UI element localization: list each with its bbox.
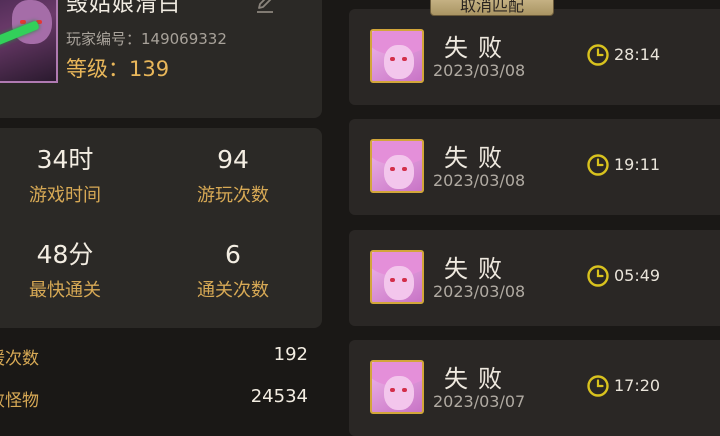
portrait-eye <box>402 388 407 392</box>
match-duration: 19:11 <box>614 155 661 174</box>
match-date: 2023/03/08 <box>433 171 526 190</box>
portrait-face <box>384 155 414 189</box>
portrait-face <box>384 266 414 300</box>
player-level: 等级：139 <box>66 57 170 81</box>
match-date: 2023/03/07 <box>433 392 526 411</box>
match-duration: 05:49 <box>614 266 661 285</box>
stat-clear-count: 6 通关次数 <box>158 240 308 304</box>
stat-label: 游戏时间 <box>29 185 101 206</box>
match-result: 失败 <box>444 34 512 62</box>
stat-fastest-clear: 48分 最快通关 <box>0 240 140 304</box>
stat-value: 94 <box>217 145 249 174</box>
portrait-eye <box>390 167 395 171</box>
match-record[interactable]: 失败 2023/03/08 05:49 <box>349 230 720 326</box>
edit-icon[interactable] <box>253 0 277 16</box>
player-name: 毁姑娘清白 <box>66 0 182 17</box>
clock-icon <box>587 265 609 287</box>
character-portrait <box>370 360 424 414</box>
player-avatar[interactable] <box>0 0 58 83</box>
match-record[interactable]: 失败 2023/03/08 28:14 <box>349 9 720 105</box>
portrait-eye <box>402 167 407 171</box>
stat-label: 最快通关 <box>29 280 101 301</box>
stat-value: 34时 <box>36 145 94 174</box>
character-portrait <box>370 250 424 304</box>
match-record[interactable]: 失败 2023/03/08 19:11 <box>349 119 720 215</box>
detail-label: 败怪物 <box>0 391 39 411</box>
match-record[interactable]: 失败 2023/03/07 17:20 <box>349 340 720 436</box>
cancel-match-button[interactable]: 取消匹配 <box>430 0 554 16</box>
detail-label: 援次数 <box>0 349 39 369</box>
portrait-eye <box>390 57 395 61</box>
character-portrait <box>370 29 424 83</box>
portrait-eye <box>402 57 407 61</box>
portrait-eye <box>390 278 395 282</box>
match-date: 2023/03/08 <box>433 282 526 301</box>
stat-label: 游玩次数 <box>197 185 269 206</box>
match-duration: 17:20 <box>614 376 661 395</box>
profile-card: 毁姑娘清白 玩家编号：149069332 等级：139 <box>0 0 322 118</box>
detail-value: 192 <box>273 344 308 365</box>
stat-value: 48分 <box>36 240 94 269</box>
stat-label: 通关次数 <box>197 280 269 301</box>
stat-value: 6 <box>225 240 241 269</box>
player-id: 玩家编号：149069332 <box>66 30 227 48</box>
portrait-face <box>384 376 414 410</box>
portrait-eye <box>402 278 407 282</box>
clock-icon <box>587 375 609 397</box>
clock-icon <box>587 44 609 66</box>
clock-icon <box>587 154 609 176</box>
portrait-eye <box>390 388 395 392</box>
match-result: 失败 <box>444 144 512 172</box>
stat-play-time: 34时 游戏时间 <box>0 145 140 209</box>
match-date: 2023/03/08 <box>433 61 526 80</box>
detail-row: 败怪物 24534 <box>0 386 308 416</box>
character-portrait <box>370 139 424 193</box>
match-result: 失败 <box>444 255 512 283</box>
stats-card: 34时 游戏时间 94 游玩次数 48分 最快通关 6 通关次数 <box>0 128 322 328</box>
detail-row: 援次数 192 <box>0 344 308 374</box>
match-result: 失败 <box>444 365 512 393</box>
match-duration: 28:14 <box>614 45 661 64</box>
stat-play-count: 94 游玩次数 <box>158 145 308 209</box>
portrait-face <box>384 45 414 79</box>
